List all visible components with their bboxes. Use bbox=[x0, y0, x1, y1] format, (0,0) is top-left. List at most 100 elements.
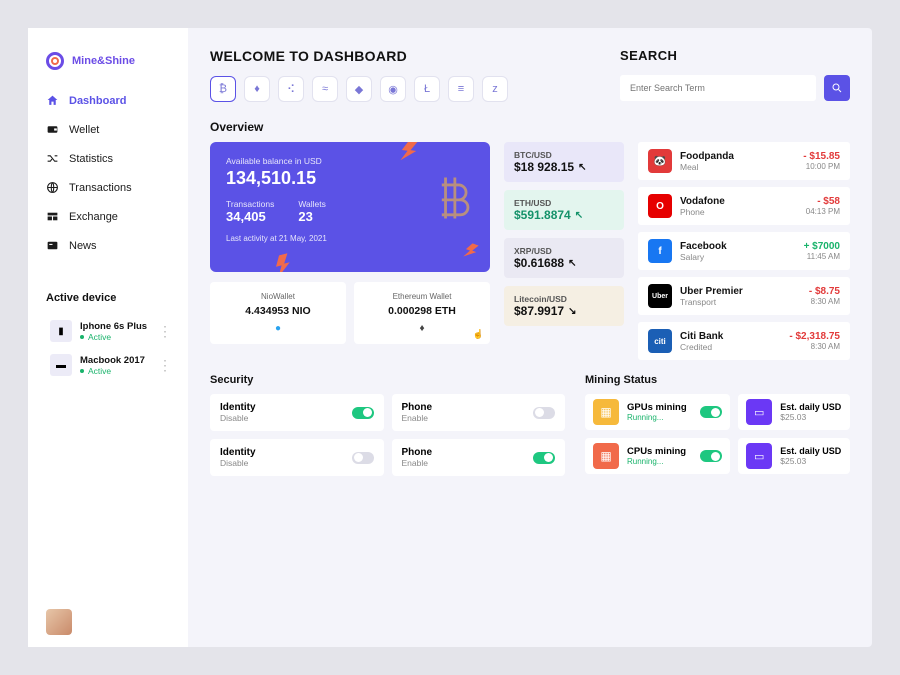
bolt-icon bbox=[463, 242, 478, 260]
tx-time: 10:00 PM bbox=[803, 162, 840, 171]
mining-cpu-card[interactable]: ▦CPUs miningRunning... bbox=[585, 438, 730, 474]
mining-est-card[interactable]: ▭Est. daily USD$25.03 bbox=[738, 394, 850, 430]
pair-value: $591.8874 bbox=[514, 208, 571, 222]
balance-tx-value: 34,405 bbox=[226, 209, 274, 224]
nav-exchange[interactable]: Exchange bbox=[46, 210, 176, 223]
pair-eth[interactable]: ETH/USD $591.8874↖ bbox=[504, 190, 624, 230]
est-name: Est. daily USD bbox=[780, 402, 841, 412]
toggle[interactable] bbox=[533, 452, 555, 464]
wallet-card-nio[interactable]: NioWallet 4.434953 NIO ● bbox=[210, 282, 346, 344]
coin-chip-eth[interactable]: ♦ bbox=[244, 76, 270, 102]
pair-btc[interactable]: BTC/USD $18 928.15↖ bbox=[504, 142, 624, 182]
toggle[interactable] bbox=[352, 452, 374, 464]
app-window: Mine&Shine Dashboard Wellet Statistics T… bbox=[28, 28, 872, 647]
trend-up-icon: ↖ bbox=[578, 162, 586, 173]
trend-up-icon: ↖ bbox=[568, 258, 576, 269]
search-title: SEARCH bbox=[620, 48, 850, 63]
device-item[interactable]: ▮ Iphone 6s Plus Active ⋮ bbox=[46, 314, 176, 348]
nav-label: Wellet bbox=[69, 124, 99, 136]
est-val: $25.03 bbox=[780, 412, 841, 422]
tx-amount: - $15.85 bbox=[803, 151, 840, 162]
coin-chip-dash[interactable]: ≡ bbox=[448, 76, 474, 102]
more-icon[interactable]: ⋮ bbox=[158, 329, 172, 333]
more-icon[interactable]: ⋮ bbox=[158, 363, 172, 367]
nav-transactions[interactable]: Transactions bbox=[46, 181, 176, 194]
nav-dashboard[interactable]: Dashboard bbox=[46, 94, 176, 107]
security-sub: Disable bbox=[220, 458, 352, 468]
toggle[interactable] bbox=[700, 450, 722, 462]
toggle[interactable] bbox=[352, 407, 374, 419]
coin-chip-share[interactable]: ⠪ bbox=[278, 76, 304, 102]
brand-icon: citi bbox=[648, 329, 672, 353]
coin-chip-wave[interactable]: ≈ bbox=[312, 76, 338, 102]
main: WELCOME TO DASHBOARD ₿ ♦ ⠪ ≈ ◆ ◉ Ł ≡ z S… bbox=[188, 28, 872, 647]
security-card[interactable]: PhoneEnable bbox=[392, 439, 566, 476]
wallet-card-eth[interactable]: Ethereum Wallet 0.000298 ETH ♦ ☝ bbox=[354, 282, 490, 344]
cash-icon: ▭ bbox=[746, 443, 772, 469]
wallet-name: Ethereum Wallet bbox=[364, 292, 480, 301]
toggle[interactable] bbox=[533, 407, 555, 419]
search-button[interactable] bbox=[824, 75, 850, 101]
search-input[interactable] bbox=[620, 75, 816, 101]
nav-label: Statistics bbox=[69, 153, 113, 165]
est-val: $25.03 bbox=[780, 456, 841, 466]
coin-chip-ltc[interactable]: Ł bbox=[414, 76, 440, 102]
security-sub: Enable bbox=[402, 413, 534, 423]
tx-name: Foodpanda bbox=[680, 151, 795, 162]
balance-card[interactable]: Available balance in USD 134,510.15 Tran… bbox=[210, 142, 490, 272]
coin-chip-z[interactable]: z bbox=[482, 76, 508, 102]
tx-cat: Salary bbox=[680, 252, 796, 262]
device-item[interactable]: ▬ Macbook 2017 Active ⋮ bbox=[46, 348, 176, 382]
mining-sub: Running... bbox=[627, 413, 687, 422]
store-icon bbox=[46, 210, 59, 223]
tx-row[interactable]: 🐼FoodpandaMeal- $15.8510:00 PM bbox=[638, 142, 850, 180]
brand-logo-icon bbox=[46, 52, 64, 70]
security-card[interactable]: IdentityDisable bbox=[210, 394, 384, 431]
tx-amount: - $58 bbox=[806, 196, 840, 207]
nav-label: News bbox=[69, 240, 97, 252]
mining-est-card[interactable]: ▭Est. daily USD$25.03 bbox=[738, 438, 850, 474]
tx-name: Citi Bank bbox=[680, 331, 781, 342]
security-card[interactable]: PhoneEnable bbox=[392, 394, 566, 431]
pair-label: ETH/USD bbox=[514, 198, 614, 208]
coin-chip-row: ₿ ♦ ⠪ ≈ ◆ ◉ Ł ≡ z bbox=[210, 76, 580, 102]
trend-down-icon: ↘ bbox=[568, 306, 576, 317]
nav-label: Dashboard bbox=[69, 95, 126, 107]
bitcoin-icon bbox=[430, 170, 476, 226]
search-icon bbox=[831, 82, 843, 94]
balance-wl-label: Wallets bbox=[298, 199, 326, 209]
avatar[interactable] bbox=[46, 609, 72, 635]
mining-gpu-card[interactable]: ▦GPUs miningRunning... bbox=[585, 394, 730, 430]
nav-statistics[interactable]: Statistics bbox=[46, 152, 176, 165]
tx-row[interactable]: fFacebookSalary+ $700011:45 AM bbox=[638, 232, 850, 270]
tx-amount: - $8.75 bbox=[809, 286, 840, 297]
pair-value: $87.9917 bbox=[514, 304, 564, 318]
coin-chip-gem[interactable]: ◆ bbox=[346, 76, 372, 102]
pair-ltc[interactable]: Litecoin/USD $87.9917↘ bbox=[504, 286, 624, 326]
tx-row[interactable]: citiCiti BankCredited- $2,318.758:30 AM bbox=[638, 322, 850, 360]
chip-icon: ▦ bbox=[593, 399, 619, 425]
tx-time: 04:13 PM bbox=[806, 207, 840, 216]
coin-chip-circle[interactable]: ◉ bbox=[380, 76, 406, 102]
pair-xrp[interactable]: XRP/USD $0.61688↖ bbox=[504, 238, 624, 278]
overview-heading: Overview bbox=[210, 120, 490, 134]
brand-icon: f bbox=[648, 239, 672, 263]
tx-row[interactable]: UberUber PremierTransport- $8.758:30 AM bbox=[638, 277, 850, 315]
tx-row[interactable]: OVodafonePhone- $5804:13 PM bbox=[638, 187, 850, 225]
tx-cat: Meal bbox=[680, 162, 795, 172]
tx-cat: Credited bbox=[680, 342, 781, 352]
security-card[interactable]: IdentityDisable bbox=[210, 439, 384, 476]
tx-amount: - $2,318.75 bbox=[789, 331, 840, 342]
coin-chip-btc[interactable]: ₿ bbox=[210, 76, 236, 102]
globe-icon bbox=[46, 181, 59, 194]
transactions: 🐼FoodpandaMeal- $15.8510:00 PM OVodafone… bbox=[638, 142, 850, 360]
toggle[interactable] bbox=[700, 406, 722, 418]
chip-icon: ▦ bbox=[593, 443, 619, 469]
nav-label: Exchange bbox=[69, 211, 118, 223]
nav-wallet[interactable]: Wellet bbox=[46, 123, 176, 136]
mining-heading: Mining Status bbox=[585, 374, 850, 386]
brand-icon: Uber bbox=[648, 284, 672, 308]
devices-heading: Active device bbox=[46, 292, 176, 304]
tx-cat: Transport bbox=[680, 297, 801, 307]
nav-news[interactable]: News bbox=[46, 239, 176, 252]
